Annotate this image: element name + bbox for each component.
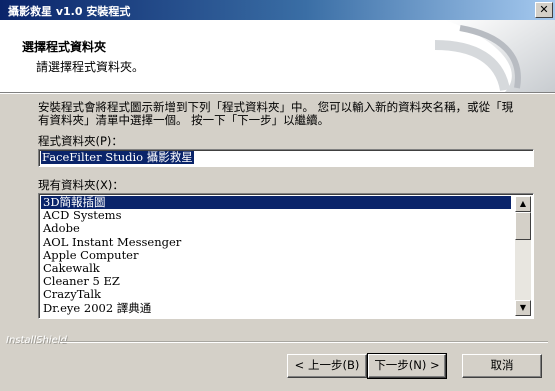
step-subtitle: 請選擇程式資料夾。 — [36, 60, 145, 74]
list-item[interactable]: AOL Instant Messenger — [41, 235, 511, 249]
header-decoration-icon — [434, 20, 555, 92]
list-item[interactable]: Dr.eye 2002 譯典通 — [41, 301, 511, 315]
title-bar[interactable]: 攝影救星 v1.0 安裝程式 ✕ — [0, 0, 555, 20]
existing-folders-label: 現有資料夾(X)： — [38, 178, 124, 192]
scroll-down-button[interactable]: ▼ — [515, 300, 531, 316]
existing-folders-items: 3D簡報插圖 ACD Systems Adobe AOL Instant Messen… — [41, 195, 511, 315]
back-button[interactable]: < 上一步(B) — [287, 354, 367, 378]
instructions-text: 安裝程式會將程式圖示新增到下列「程式資料夾」中。 您可以輸入新的資料夾名稱，或從… — [38, 100, 514, 127]
cancel-button[interactable]: 取消 — [462, 354, 542, 378]
header-separator — [0, 93, 555, 94]
footer-separator — [60, 341, 548, 343]
list-item[interactable]: Apple Computer — [41, 248, 511, 262]
scroll-up-button[interactable]: ▲ — [515, 196, 531, 212]
wizard-header: 選擇程式資料夾 請選擇程式資料夾。 — [0, 20, 555, 93]
list-item[interactable]: CrazyTalk — [41, 288, 511, 301]
program-folder-value: FaceFilter Studio 攝影救星 — [41, 150, 194, 164]
installshield-brand: InstallShield — [6, 335, 67, 346]
step-title: 選擇程式資料夾 — [22, 40, 107, 54]
program-folder-label: 程式資料夾(P)： — [38, 134, 123, 148]
list-item[interactable]: ACD Systems — [41, 208, 511, 222]
close-button[interactable]: ✕ — [535, 2, 553, 18]
existing-folders-list[interactable]: 3D簡報插圖 ACD Systems Adobe AOL Instant Messen… — [38, 193, 534, 319]
program-folder-input[interactable]: FaceFilter Studio 攝影救星 — [38, 149, 534, 167]
window-title: 攝影救星 v1.0 安裝程式 — [8, 5, 131, 18]
list-scrollbar[interactable]: ▲ ▼ — [515, 196, 531, 316]
list-item[interactable]: Adobe — [41, 222, 511, 235]
scroll-thumb[interactable] — [515, 212, 531, 240]
list-item[interactable]: Cleaner 5 EZ — [41, 274, 511, 288]
next-button[interactable]: 下一步(N) > — [367, 353, 447, 379]
